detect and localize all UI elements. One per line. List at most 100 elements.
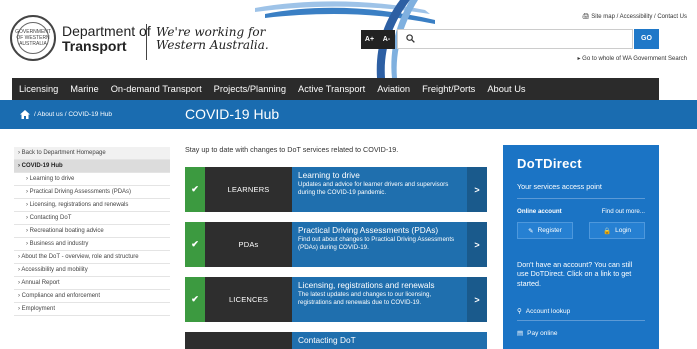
card-body: Learning to drive Updates and advice for… [292, 167, 467, 212]
home-icon[interactable] [20, 110, 30, 119]
sidebar-item-compliance[interactable]: › Compliance and enforcement [14, 290, 170, 303]
nav-item-on-demand-transport[interactable]: On-demand Transport [105, 84, 208, 94]
sidebar-item-boating[interactable]: › Recreational boating advice [14, 225, 170, 238]
sidebar-item-employment[interactable]: › Employment [14, 303, 170, 316]
sidebar-item-label: Accessibility and mobility [21, 267, 88, 273]
check-icon: ✔ [185, 167, 205, 212]
card-title: Learning to drive [298, 170, 360, 180]
card-description: Find out about changes to Practical Driv… [298, 236, 455, 251]
card-body: Contacting DoT [292, 332, 467, 349]
sidebar-item-label: Annual Report [21, 280, 60, 286]
sidebar-item-licensing[interactable]: › Licensing, registrations and renewals [14, 199, 170, 212]
account-lookup-label: Account lookup [525, 307, 571, 315]
sidebar-item-contacting-dot[interactable]: › Contacting DoT [14, 212, 170, 225]
card-label: LEARNERS [205, 167, 292, 212]
card-learners[interactable]: ✔ LEARNERS Learning to drive Updates and… [185, 167, 487, 212]
department-logo-text[interactable]: Department of Transport [62, 24, 151, 54]
sidebar-item-about-dot[interactable]: › About the DoT - overview, role and str… [14, 251, 170, 264]
search-input[interactable] [397, 29, 633, 49]
wa-link-text[interactable]: Go to whole of WA Government Search [582, 56, 687, 62]
sidebar-item-label: Contacting DoT [29, 215, 72, 221]
no-account-text: Don't have an account? You can still use… [517, 260, 633, 288]
sidebar-item-back-home[interactable]: › Back to Department Homepage [14, 147, 170, 160]
department-line-1: Department of [62, 23, 151, 39]
nav-item-about-us[interactable]: About Us [481, 84, 531, 94]
page-title: COVID-19 Hub [185, 106, 280, 122]
sidebar-item-label: Licensing, registrations and renewals [29, 202, 129, 208]
pay-online-label: Pay online [527, 329, 558, 337]
sidebar-item-pdas[interactable]: › Practical Driving Assessments (PDAs) [14, 186, 170, 199]
card-arrow-placeholder [467, 332, 487, 349]
check-icon: ✔ [185, 222, 205, 267]
search-go-button[interactable]: GO [634, 29, 659, 49]
divider [517, 320, 645, 321]
find-out-more-link[interactable]: Find out more... [602, 208, 645, 215]
chevron-right-icon: > [467, 167, 487, 212]
card-description: Updates and advice for learner drivers a… [298, 181, 449, 196]
breadcrumb[interactable]: / About us / COVID-19 Hub [34, 111, 112, 118]
dotdirect-panel: DoTDirect Your services access point Onl… [503, 145, 659, 349]
crest-logo[interactable]: GOVERNMENT OF WESTERN AUSTRALIA [10, 15, 56, 61]
card-body: Practical Driving Assessments (PDAs) Fin… [292, 222, 467, 267]
sidebar-item-label: Business and industry [29, 241, 89, 247]
card-tick-placeholder [185, 332, 205, 349]
wa-government-search-link[interactable]: ▸ Go to whole of WA Government Search [577, 55, 687, 62]
account-lookup-link[interactable]: ⚲ Account lookup [517, 307, 571, 316]
sidebar-item-covid-hub[interactable]: › COVID-19 Hub [14, 160, 170, 173]
login-label: Login [615, 227, 631, 234]
department-line-2: Transport [62, 38, 127, 54]
register-button[interactable]: ✎ Register [517, 222, 573, 239]
lock-icon: 🔒 [603, 227, 612, 235]
nav-item-projects-planning[interactable]: Projects/Planning [208, 84, 292, 94]
sidebar-item-label: Practical Driving Assessments (PDAs) [29, 189, 132, 195]
card-contacting-dot[interactable]: Contacting DoT [185, 332, 487, 349]
nav-item-freight-ports[interactable]: Freight/Ports [416, 84, 481, 94]
pay-online-link[interactable]: ▤ Pay online [517, 329, 558, 338]
site-header: GOVERNMENT OF WESTERN AUSTRALIA Departme… [0, 0, 697, 78]
nav-item-active-transport[interactable]: Active Transport [292, 84, 371, 94]
sidebar-item-label: COVID-19 Hub [21, 163, 63, 169]
chevron-right-icon: > [467, 277, 487, 322]
utility-links[interactable]: 🖨 Site map / Accessibility / Contact Us [582, 13, 687, 20]
card-body: Licensing, registrations and renewals Th… [292, 277, 467, 322]
dotdirect-subtitle: Your services access point [517, 182, 602, 191]
divider [517, 198, 645, 199]
sidebar-item-label: Employment [21, 306, 56, 312]
card-label: PDAs [205, 222, 292, 267]
intro-text: Stay up to date with changes to DoT serv… [185, 145, 399, 154]
register-label: Register [537, 227, 562, 234]
font-size-controls: A+ A- [361, 30, 395, 49]
sidebar-nav: › Back to Department Homepage › COVID-19… [14, 147, 170, 316]
search-icon [406, 34, 415, 43]
card-icon: ▤ [517, 330, 524, 337]
font-decrease-button[interactable]: A- [378, 30, 395, 49]
sidebar-item-accessibility[interactable]: › Accessibility and mobility [14, 264, 170, 277]
sidebar-item-annual-report[interactable]: › Annual Report [14, 277, 170, 290]
font-increase-button[interactable]: A+ [361, 30, 378, 49]
online-account-heading: Online account [517, 208, 562, 215]
sidebar-item-label: Back to Department Homepage [21, 150, 106, 156]
nav-item-licensing[interactable]: Licensing [12, 84, 64, 94]
dotdirect-logo[interactable]: DoTDirect [517, 156, 582, 171]
sidebar-item-label: Learning to drive [29, 176, 75, 182]
sidebar-item-learning-to-drive[interactable]: › Learning to drive [14, 173, 170, 186]
chevron-right-icon: > [467, 222, 487, 267]
nav-item-aviation[interactable]: Aviation [371, 84, 416, 94]
card-label: LICENCES [205, 277, 292, 322]
search-icon: ⚲ [517, 308, 522, 315]
edit-icon: ✎ [528, 227, 534, 235]
nav-item-marine[interactable]: Marine [64, 84, 104, 94]
card-pdas[interactable]: ✔ PDAs Practical Driving Assessments (PD… [185, 222, 487, 267]
utility-links-text[interactable]: Site map / Accessibility / Contact Us [591, 14, 687, 20]
sidebar-item-label: Compliance and enforcement [21, 293, 101, 299]
card-licences[interactable]: ✔ LICENCES Licensing, registrations and … [185, 277, 487, 322]
check-icon: ✔ [185, 277, 205, 322]
sidebar-item-label: Recreational boating advice [29, 228, 104, 234]
card-description: The latest updates and changes to our li… [298, 291, 432, 306]
card-title: Practical Driving Assessments (PDAs) [298, 225, 439, 235]
main-nav: Licensing Marine On-demand Transport Pro… [12, 78, 659, 100]
card-label [205, 332, 292, 349]
login-button[interactable]: 🔒 Login [589, 222, 645, 239]
sidebar-item-business[interactable]: › Business and industry [14, 238, 170, 251]
sidebar-item-label: About the DoT - overview, role and struc… [21, 254, 139, 260]
